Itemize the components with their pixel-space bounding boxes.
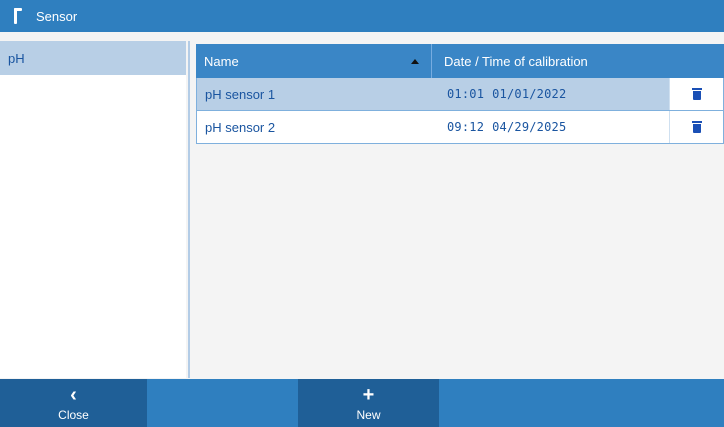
calibration-date: 04/29/2025 [492,120,567,134]
trash-icon [691,88,702,100]
chevron-left-icon: ‹ [70,383,77,406]
table-row[interactable]: pH sensor 1 01:01 01/01/2022 [196,78,724,111]
category-item-ph[interactable]: pH [0,41,186,75]
close-button-label: Close [58,407,89,422]
calibration-datetime-cell: 09:12 04/29/2025 [433,120,671,134]
plus-icon: + [362,383,375,406]
new-button[interactable]: + New [298,379,439,427]
delete-button[interactable] [669,111,723,143]
sensor-name-cell: pH sensor 1 [205,86,276,102]
column-header-name-label: Name [204,53,239,69]
window-title: Sensor [36,8,78,24]
calibration-time: 01:01 [447,87,485,101]
table-header: Name Date / Time of calibration [196,44,724,78]
column-header-date-time[interactable]: Date / Time of calibration [432,54,588,69]
table-row[interactable]: pH sensor 2 09:12 04/29/2025 [196,111,724,144]
app-logo-icon [10,6,24,26]
title-bar: Sensor [0,0,724,32]
sort-ascending-icon [411,58,419,64]
close-button[interactable]: ‹ Close [0,379,147,427]
trash-icon [691,121,702,133]
sensor-name-cell: pH sensor 2 [205,119,276,135]
delete-button[interactable] [669,78,723,110]
column-header-date-time-label: Date / Time of calibration [444,53,588,69]
sensor-table: Name Date / Time of calibration pH senso… [196,44,724,144]
calibration-datetime-cell: 01:01 01/01/2022 [433,87,671,101]
sensor-window: Sensor pH Name Date / Time of calibratio… [0,0,724,427]
calibration-date: 01/01/2022 [492,87,567,101]
category-list: pH [0,41,186,378]
calibration-time: 09:12 [447,120,485,134]
new-button-label: New [356,407,381,422]
column-header-name[interactable]: Name [196,44,432,78]
bottom-toolbar: ‹ Close + New [0,379,724,427]
category-item-label: pH [8,50,25,66]
pane-divider [188,41,190,378]
